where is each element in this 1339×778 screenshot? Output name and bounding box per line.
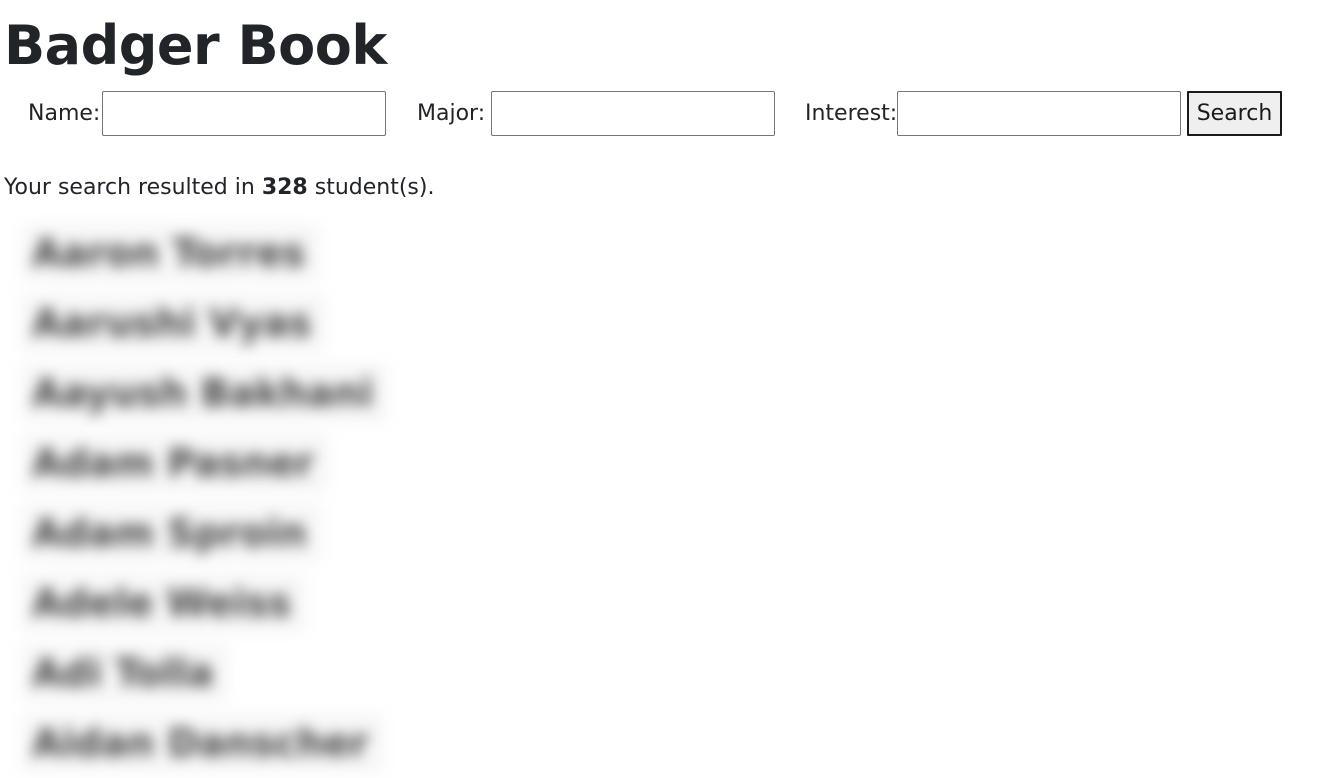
major-label: Major:	[417, 101, 486, 126]
interest-input[interactable]	[897, 91, 1181, 136]
list-item[interactable]: Aaron Torres	[22, 224, 387, 294]
list-item[interactable]: Aayush Bakhani	[22, 364, 388, 434]
page-title: Badger Book	[4, 14, 387, 77]
list-item[interactable]: Adam Sproin	[22, 504, 387, 574]
search-button[interactable]: Search	[1187, 91, 1282, 136]
student-name: Aidan Danscher	[32, 721, 369, 765]
list-item[interactable]: Aidan Danscher	[22, 714, 387, 778]
name-input[interactable]	[102, 91, 386, 136]
page: Badger Book Name: Major: Interest: Searc…	[0, 0, 1339, 778]
results-summary: Your search resulted in 328 student(s).	[4, 172, 434, 204]
list-item[interactable]: Adi Tolla	[22, 644, 387, 714]
student-name: Aarushi Vyas	[32, 301, 312, 345]
list-item[interactable]: Aarushi Vyas	[22, 294, 387, 364]
student-name: Aayush Bakhani	[32, 371, 374, 415]
interest-label: Interest:	[805, 101, 898, 126]
student-list: Aaron Torres Aarushi Vyas Aayush Bakhani…	[22, 224, 388, 778]
student-name: Adam Pasner	[32, 441, 314, 485]
search-form: Name: Major: Interest: Search	[0, 91, 1339, 136]
results-suffix: student(s).	[307, 175, 435, 200]
list-item[interactable]: Adele Weiss	[22, 574, 387, 644]
student-name: Adi Tolla	[32, 651, 214, 695]
results-prefix: Your search resulted in	[4, 175, 262, 200]
student-name: Aaron Torres	[32, 231, 306, 275]
major-input[interactable]	[491, 91, 775, 136]
list-item[interactable]: Adam Pasner	[22, 434, 387, 504]
name-label: Name:	[28, 101, 101, 126]
student-name: Adam Sproin	[32, 511, 307, 555]
student-name: Adele Weiss	[32, 581, 292, 625]
results-count: 328	[261, 175, 308, 200]
